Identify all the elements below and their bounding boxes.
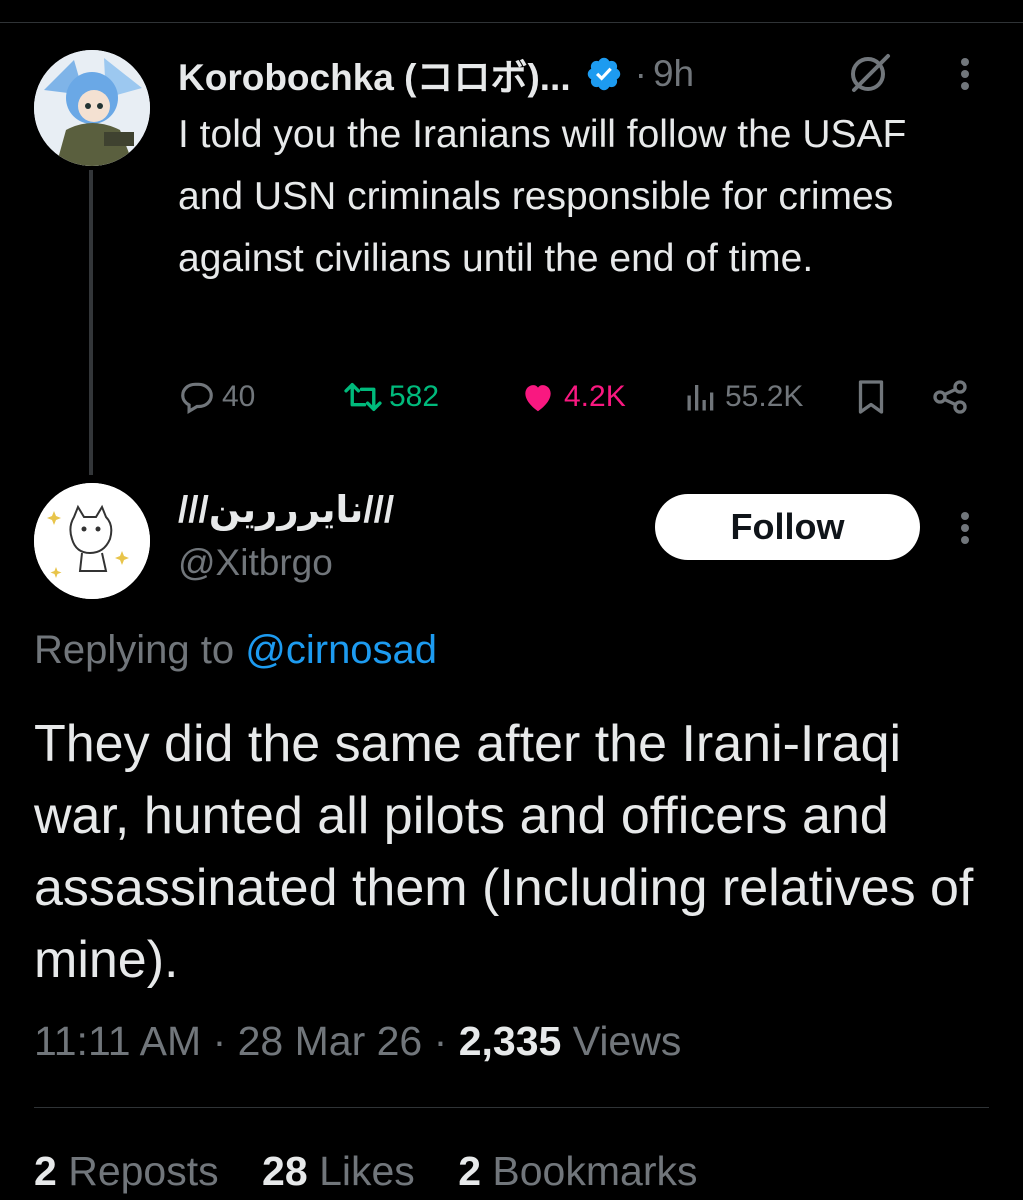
replying-to: Replying to @cirnosad xyxy=(34,628,437,673)
views-count: 55.2K xyxy=(725,380,804,413)
avatar-image xyxy=(34,50,150,166)
more-icon[interactable] xyxy=(950,508,980,548)
separator-dot: · xyxy=(634,53,647,94)
more-icon[interactable] xyxy=(950,54,980,94)
author-name[interactable]: Korobochka (コロボ)... xyxy=(178,47,571,101)
bookmark-icon xyxy=(858,380,884,414)
views-label: Views xyxy=(572,1018,682,1064)
tweet-text: They did the same after the Irani-Iraqi … xyxy=(34,715,974,989)
like-count: 4.2K xyxy=(564,380,626,413)
bookmarks-stat[interactable]: 2 Bookmarks xyxy=(458,1148,697,1194)
separator-dot: · xyxy=(212,1018,227,1064)
engagement-stats: 2 Reposts 28 Likes 2 Bookmarks xyxy=(34,1148,729,1195)
top-divider xyxy=(0,22,1023,23)
reply-icon xyxy=(181,382,213,415)
action-bar: 40 582 4.2K 55.2K xyxy=(178,372,978,422)
repost-count: 582 xyxy=(389,380,440,413)
post-time[interactable]: 11:11 AM xyxy=(34,1018,201,1064)
likes-stat[interactable]: 28 Likes xyxy=(262,1148,415,1194)
tweet-header: Korobochka (コロボ)... · 9h xyxy=(178,50,694,98)
post-time[interactable]: 9h xyxy=(653,53,694,95)
avatar[interactable] xyxy=(34,483,150,599)
reply-button[interactable]: 40 xyxy=(178,372,255,422)
thread-line xyxy=(89,170,93,475)
post-date[interactable]: 28 Mar 26 xyxy=(238,1018,423,1064)
views-count: 2,335 xyxy=(458,1018,562,1064)
author-name[interactable]: ///نايرررين/// xyxy=(178,488,394,531)
repost-button[interactable]: 582 xyxy=(343,372,439,422)
reposts-count: 2 xyxy=(34,1148,57,1194)
follow-button[interactable]: Follow xyxy=(655,494,920,560)
reposts-label: Reposts xyxy=(68,1148,219,1194)
like-button[interactable]: 4.2K xyxy=(518,372,626,422)
separator-dot: · xyxy=(433,1018,448,1064)
share-icon xyxy=(933,380,967,414)
mention-link[interactable]: @cirnosad xyxy=(245,628,437,672)
bookmarks-count: 2 xyxy=(458,1148,481,1194)
share-button[interactable] xyxy=(930,372,970,422)
reply-count: 40 xyxy=(222,380,256,413)
bookmarks-label: Bookmarks xyxy=(492,1148,698,1194)
likes-count: 28 xyxy=(262,1148,308,1194)
divider xyxy=(34,1107,989,1108)
verified-badge-icon xyxy=(585,55,623,93)
grok-icon[interactable] xyxy=(846,50,892,96)
replying-prefix: Replying to xyxy=(34,628,235,672)
tweet-text: I told you the Iranians will follow the … xyxy=(178,113,907,280)
avatar-image xyxy=(34,483,150,599)
author-handle[interactable]: @Xitbrgo xyxy=(178,542,333,584)
post-meta: 11:11 AM · 28 Mar 26 · 2,335 Views xyxy=(34,1018,681,1065)
like-icon xyxy=(525,385,551,412)
views-icon xyxy=(687,385,714,411)
avatar[interactable] xyxy=(34,50,150,166)
reposts-stat[interactable]: 2 Reposts xyxy=(34,1148,219,1194)
bookmark-button[interactable] xyxy=(853,372,889,422)
repost-icon xyxy=(344,383,382,411)
likes-label: Likes xyxy=(319,1148,415,1194)
views-button[interactable]: 55.2K xyxy=(683,372,803,422)
